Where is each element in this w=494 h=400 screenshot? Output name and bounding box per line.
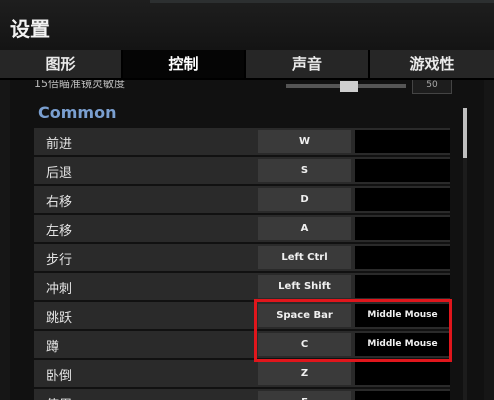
section-title: Common (38, 103, 117, 122)
window-title: 设置 (10, 17, 50, 41)
scope-sensitivity-setting: 15倍瞄准镜灵敏度 50 (34, 80, 452, 97)
binding-action-label: 蹲 (46, 340, 60, 355)
binding-row-right: 右移 D (34, 186, 450, 213)
settings-panel: 15倍瞄准镜灵敏度 50 Common 前进 W 后退 S 右移 D 左移 A … (10, 80, 484, 400)
background-strip (150, 0, 494, 3)
secondary-key-button[interactable] (355, 246, 450, 269)
primary-key-button[interactable]: Left Shift (258, 275, 351, 298)
secondary-key-button[interactable] (355, 217, 450, 240)
scrollbar[interactable] (463, 108, 467, 400)
secondary-key-button[interactable] (355, 275, 450, 298)
primary-key-button[interactable]: W (258, 130, 351, 153)
binding-action-label: 冲刺 (46, 282, 73, 297)
binding-action-label: 步行 (46, 253, 73, 268)
binding-row-walk: 步行 Left Ctrl (34, 244, 450, 271)
scrollbar-thumb[interactable] (463, 108, 467, 158)
title-bar: 设置 (0, 0, 494, 50)
binding-row-jump: 跳跃 Space Bar Middle Mouse Button (34, 302, 450, 343)
binding-action-label: 前进 (46, 137, 73, 152)
binding-row-forward: 前进 W (34, 128, 450, 155)
binding-action-label: 跳跃 (46, 311, 73, 326)
binding-row-use: 使用 F (34, 389, 450, 400)
primary-key-button[interactable]: C (258, 333, 351, 356)
binding-row-crouch: 蹲 C Middle Mouse Button (34, 331, 450, 372)
tab-controls[interactable]: 控制 (123, 50, 244, 78)
primary-key-button[interactable]: F (258, 391, 351, 400)
secondary-key-button[interactable] (355, 130, 450, 153)
primary-key-button[interactable]: Z (258, 362, 351, 385)
binding-action-label: 卧倒 (46, 369, 73, 384)
secondary-key-button[interactable] (355, 391, 450, 400)
secondary-key-button[interactable] (355, 188, 450, 211)
primary-key-button[interactable]: D (258, 188, 351, 211)
tab-sound[interactable]: 声音 (246, 50, 368, 78)
secondary-key-button[interactable] (355, 159, 450, 182)
tab-gameplay[interactable]: 游戏性 (370, 50, 494, 78)
primary-key-button[interactable]: Left Ctrl (258, 246, 351, 269)
binding-action-label: 使用 (46, 394, 72, 400)
primary-key-button[interactable]: Space Bar (258, 304, 351, 327)
tab-graphics[interactable]: 图形 (0, 50, 121, 78)
binding-row-prone: 卧倒 Z (34, 360, 450, 387)
secondary-key-button[interactable]: Middle Mouse Button (355, 333, 450, 372)
primary-key-button[interactable]: S (258, 159, 351, 182)
scope-sensitivity-label: 15倍瞄准镜灵敏度 (34, 80, 125, 90)
tab-bar: 图形 控制 声音 游戏性 (0, 50, 494, 80)
secondary-key-button[interactable] (355, 362, 450, 385)
binding-row-left: 左移 A (34, 215, 450, 242)
binding-row-backward: 后退 S (34, 157, 450, 184)
primary-key-button[interactable]: A (258, 217, 351, 240)
binding-row-sprint: 冲刺 Left Shift (34, 273, 450, 300)
slider-thumb[interactable] (340, 81, 358, 92)
secondary-key-button[interactable]: Middle Mouse Button (355, 304, 450, 343)
scope-sensitivity-value[interactable]: 50 (412, 80, 452, 94)
binding-action-label: 右移 (46, 195, 73, 210)
binding-action-label: 左移 (46, 224, 73, 239)
binding-action-label: 后退 (46, 166, 73, 181)
